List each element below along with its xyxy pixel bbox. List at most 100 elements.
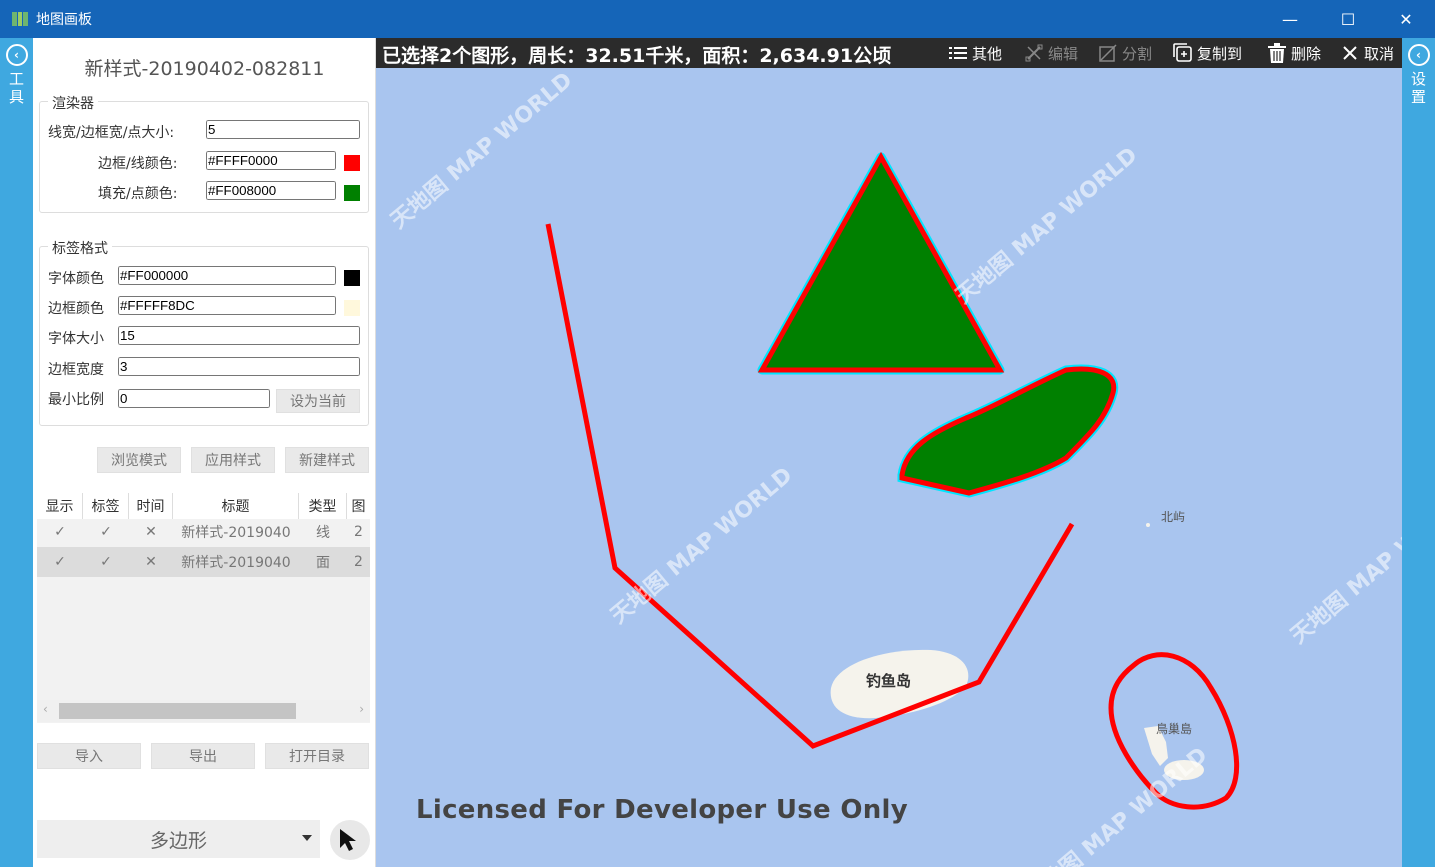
min-scale-input[interactable] bbox=[118, 389, 270, 408]
line-width-label: 线宽/边框宽/点大小: bbox=[48, 125, 175, 141]
border-width-label: 边框宽度 bbox=[48, 362, 104, 378]
table-header: 显示 标签 时间 标题 类型 图 bbox=[37, 493, 370, 519]
map-drawing[interactable] bbox=[376, 38, 1402, 867]
font-size-input[interactable] bbox=[118, 326, 360, 345]
row-extra: 2 bbox=[354, 524, 363, 540]
map-toolbar: 已选择2个图形，周长：32.51千米，面积：2,634.91公顷 其他 编辑 分… bbox=[376, 38, 1402, 68]
row-type: 面 bbox=[316, 555, 330, 571]
new-style-button[interactable]: 新建样式 bbox=[285, 447, 369, 473]
min-scale-label: 最小比例 bbox=[48, 392, 104, 408]
border-color-input[interactable] bbox=[206, 151, 336, 170]
column-header-extra[interactable]: 图 bbox=[347, 493, 370, 519]
set-current-button[interactable]: 设为当前 bbox=[276, 389, 360, 413]
delete-label: 删除 bbox=[1291, 44, 1322, 63]
show-check-icon[interactable]: ✓ bbox=[37, 524, 83, 540]
label-border-color-label: 边框颜色 bbox=[48, 301, 104, 317]
column-header-label[interactable]: 标签 bbox=[83, 493, 129, 519]
fill-color-input[interactable] bbox=[206, 181, 336, 200]
style-table: 显示 标签 时间 标题 类型 图 ✓ ✓ ✕ 新样式-2019040 线 2 ✓… bbox=[37, 493, 370, 723]
column-header-show[interactable]: 显示 bbox=[37, 493, 83, 519]
others-button[interactable]: 其他 bbox=[948, 42, 1002, 64]
row-title: 新样式-2019040 bbox=[181, 525, 291, 541]
renderer-legend: 渲染器 bbox=[48, 93, 98, 113]
border-color-swatch[interactable] bbox=[344, 155, 360, 171]
beiyu-label: 北屿 bbox=[1161, 510, 1186, 524]
fill-color-swatch[interactable] bbox=[344, 185, 360, 201]
cursor-arrow-icon bbox=[340, 829, 356, 851]
browse-mode-button[interactable]: 浏览模式 bbox=[97, 447, 181, 473]
selection-summary: 已选择2个图形，周长：32.51千米，面积：2,634.91公顷 bbox=[382, 45, 892, 67]
copy-to-button[interactable]: 复制到 bbox=[1173, 42, 1242, 64]
show-check-icon[interactable]: ✓ bbox=[37, 554, 83, 570]
border-width-input[interactable] bbox=[118, 357, 360, 376]
row-type: 线 bbox=[316, 525, 330, 541]
shape-type-select[interactable]: 多边形 bbox=[37, 820, 320, 858]
style-title: 新样式-20190402-082811 bbox=[84, 58, 325, 80]
scroll-left-icon[interactable]: ‹ bbox=[43, 702, 48, 716]
table-row[interactable]: ✓ ✓ ✕ 新样式-2019040 线 2 bbox=[37, 517, 370, 547]
selected-triangle[interactable] bbox=[757, 151, 1005, 373]
map-canvas[interactable]: 天地图 MAP WORLD 天地图 MAP WORLD 天地图 MAP WORL… bbox=[376, 38, 1402, 867]
split-shape-icon bbox=[1098, 43, 1118, 63]
column-header-time[interactable]: 时间 bbox=[129, 493, 173, 519]
table-row-selected[interactable]: ✓ ✓ ✕ 新样式-2019040 面 2 bbox=[37, 547, 370, 577]
scrollbar-thumb[interactable] bbox=[59, 703, 296, 719]
edit-button[interactable]: 编辑 bbox=[1024, 42, 1078, 64]
label-check-icon[interactable]: ✓ bbox=[83, 554, 129, 570]
split-label: 分割 bbox=[1122, 44, 1153, 63]
cancel-button[interactable]: 取消 bbox=[1340, 42, 1394, 64]
title-bar: 地图画板 — ☐ ✕ bbox=[0, 0, 1435, 38]
border-color-label: 边框/线颜色: bbox=[98, 156, 178, 172]
cancel-label: 取消 bbox=[1364, 44, 1395, 63]
label-format-group: 标签格式 字体颜色 边框颜色 字体大小 边框宽度 最小比例 设为当前 bbox=[39, 238, 369, 426]
export-button[interactable]: 导出 bbox=[151, 743, 255, 769]
apply-style-button[interactable]: 应用样式 bbox=[191, 447, 275, 473]
window-title: 地图画板 bbox=[36, 12, 92, 28]
column-header-title[interactable]: 标题 bbox=[173, 493, 299, 519]
open-directory-button[interactable]: 打开目录 bbox=[265, 743, 369, 769]
style-panel: 新样式-20190402-082811 渲染器 线宽/边框宽/点大小: 边框/线… bbox=[33, 38, 376, 867]
font-size-label: 字体大小 bbox=[48, 331, 104, 347]
trash-icon bbox=[1267, 43, 1287, 63]
delete-button[interactable]: 删除 bbox=[1267, 42, 1321, 64]
license-notice: Licensed For Developer Use Only bbox=[416, 795, 908, 825]
label-border-color-input[interactable] bbox=[118, 296, 336, 315]
import-button[interactable]: 导入 bbox=[37, 743, 141, 769]
renderer-group: 渲染器 线宽/边框宽/点大小: 边框/线颜色: 填充/点颜色: bbox=[39, 93, 369, 213]
maximize-button[interactable]: ☐ bbox=[1319, 0, 1377, 38]
chevron-left-icon[interactable]: ‹ bbox=[5, 44, 28, 66]
font-color-label: 字体颜色 bbox=[48, 271, 104, 287]
minimize-button[interactable]: — bbox=[1261, 0, 1319, 38]
list-menu-icon bbox=[948, 43, 968, 63]
time-cross-icon[interactable]: ✕ bbox=[129, 524, 173, 540]
edit-nodes-icon bbox=[1024, 43, 1044, 63]
map-app-icon bbox=[12, 12, 29, 26]
close-button[interactable]: ✕ bbox=[1377, 0, 1435, 38]
others-label: 其他 bbox=[972, 44, 1003, 63]
column-header-type[interactable]: 类型 bbox=[299, 493, 347, 519]
tools-rail-label: 工具 bbox=[8, 70, 24, 106]
font-color-input[interactable] bbox=[118, 266, 336, 285]
scroll-right-icon[interactable]: › bbox=[359, 702, 364, 716]
pointer-tool-button[interactable] bbox=[330, 820, 370, 860]
label-border-color-swatch[interactable] bbox=[344, 300, 360, 316]
close-icon bbox=[1340, 43, 1360, 63]
label-check-icon[interactable]: ✓ bbox=[83, 524, 129, 540]
row-extra: 2 bbox=[354, 554, 363, 570]
niaochao-label: 鳥巢島 bbox=[1156, 722, 1193, 736]
copy-add-icon bbox=[1173, 43, 1193, 63]
horizontal-scrollbar[interactable]: ‹ › bbox=[37, 700, 370, 722]
settings-rail[interactable]: ‹ 设置 bbox=[1402, 38, 1435, 867]
shape-type-value: 多边形 bbox=[149, 829, 207, 852]
chevron-left-icon[interactable]: ‹ bbox=[1407, 44, 1430, 66]
time-cross-icon[interactable]: ✕ bbox=[129, 554, 173, 570]
settings-rail-label: 设置 bbox=[1410, 70, 1426, 106]
row-title: 新样式-2019040 bbox=[181, 555, 291, 571]
font-color-swatch[interactable] bbox=[344, 270, 360, 286]
split-button[interactable]: 分割 bbox=[1098, 42, 1152, 64]
dropdown-arrow-icon bbox=[302, 835, 312, 841]
line-width-input[interactable] bbox=[206, 120, 360, 139]
tools-rail[interactable]: ‹ 工具 bbox=[0, 38, 33, 867]
diaoyu-island-label: 钓鱼岛 bbox=[866, 672, 912, 690]
fill-color-label: 填充/点颜色: bbox=[98, 186, 178, 202]
